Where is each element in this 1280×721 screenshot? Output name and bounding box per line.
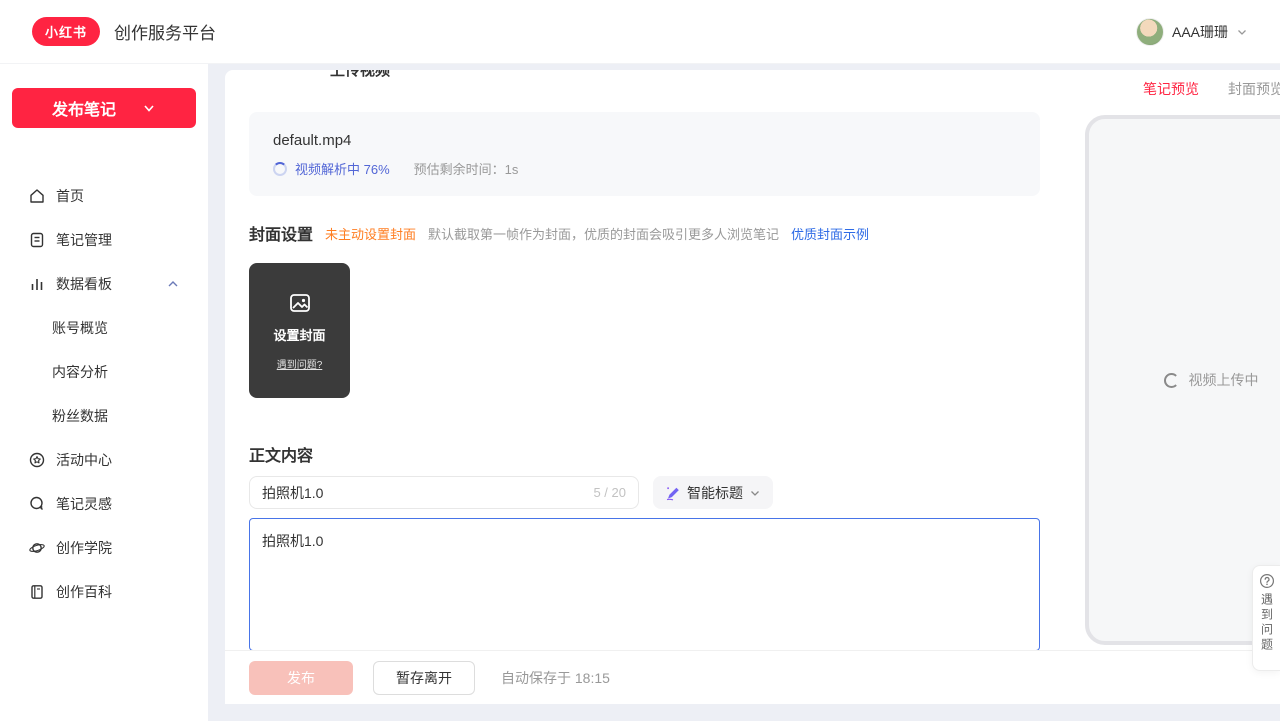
avatar (1136, 18, 1164, 46)
sidebar-item-label: 笔记灵感 (56, 494, 112, 514)
cover-settings-row: 封面设置 未主动设置封面 默认截取第一帧作为封面，优质的封面会吸引更多人浏览笔记… (249, 221, 869, 245)
chevron-down-icon (142, 101, 156, 115)
body-textarea[interactable]: 拍照机1.0 (249, 518, 1040, 651)
cover-warning-text: 未主动设置封面 (325, 224, 416, 243)
cover-example-link[interactable]: 优质封面示例 (791, 224, 869, 243)
cover-trouble-link[interactable]: 遇到问题? (277, 356, 323, 371)
cover-hint-text: 默认截取第一帧作为封面，优质的封面会吸引更多人浏览笔记 (428, 224, 779, 243)
user-name: AAA珊珊 (1172, 22, 1228, 42)
star-circle-icon (28, 451, 46, 469)
chevron-up-icon (166, 277, 180, 291)
title-input[interactable] (262, 485, 593, 501)
sidebar-item-label: 粉丝数据 (52, 406, 108, 426)
sidebar-item-fans-data[interactable]: 粉丝数据 (0, 394, 208, 438)
uploading-text: 视频上传中 (1189, 370, 1259, 390)
sidebar-item-label: 账号概览 (52, 318, 108, 338)
top-header: 小红书 创作服务平台 AAA珊珊 (0, 0, 1280, 64)
sidebar-item-creator-encyclopedia[interactable]: 创作百科 (0, 570, 208, 614)
smart-title-label: 智能标题 (687, 483, 743, 503)
sidebar-nav: 首页 笔记管理 数据看板 账号概览 内容分析 粉丝数据 活动中心 笔记灵感 (0, 174, 208, 614)
image-icon (288, 291, 312, 315)
uploading-spinner-icon (1164, 373, 1179, 388)
video-upload-card: default.mp4 视频解析中 76% 预估剩余时间：1s (249, 112, 1040, 196)
inspiration-icon (28, 495, 46, 513)
publish-note-button[interactable]: 发布笔记 (12, 88, 196, 128)
question-icon (1259, 573, 1275, 589)
cover-section-title: 封面设置 (249, 221, 313, 245)
footer-action-bar: 发布 暂存离开 自动保存于 18:15 (225, 650, 1280, 704)
title-counter: 5 / 20 (593, 485, 626, 500)
chevron-down-icon (749, 487, 761, 499)
magic-pen-icon (665, 485, 681, 501)
home-icon (28, 187, 46, 205)
phone-preview-frame: 视频上传中 (1085, 115, 1280, 645)
publish-note-label: 发布笔记 (52, 96, 116, 120)
sidebar-item-label: 内容分析 (52, 362, 108, 382)
title-input-wrap: 5 / 20 (249, 476, 639, 509)
smart-title-button[interactable]: 智能标题 (653, 476, 773, 509)
video-file-name: default.mp4 (273, 132, 1016, 149)
tab-note-preview[interactable]: 笔记预览 (1143, 79, 1199, 99)
publish-button[interactable]: 发布 (249, 661, 353, 695)
sidebar-item-note-inspiration[interactable]: 笔记灵感 (0, 482, 208, 526)
video-uploading-indicator: 视频上传中 (1164, 370, 1259, 390)
parsing-status-text: 视频解析中 76% (295, 159, 390, 178)
sidebar-item-label: 创作学院 (56, 538, 112, 558)
sidebar-item-activity-center[interactable]: 活动中心 (0, 438, 208, 482)
main-content-card: 上传视频 default.mp4 视频解析中 76% 预估剩余时间：1s 封面设… (225, 70, 1280, 704)
set-cover-button[interactable]: 设置封面 遇到问题? (249, 263, 350, 398)
sidebar-item-label: 活动中心 (56, 450, 112, 470)
help-widget-button[interactable]: 遇到问题 (1252, 565, 1280, 671)
sidebar-item-label: 首页 (56, 186, 84, 206)
body-section-title: 正文内容 (249, 442, 313, 466)
preview-tabs: 笔记预览 封面预览 (1143, 79, 1280, 99)
xiaohongshu-logo[interactable]: 小红书 (32, 17, 100, 46)
sidebar-item-label: 笔记管理 (56, 230, 112, 250)
set-cover-label: 设置封面 (273, 325, 325, 344)
sidebar-item-label: 创作百科 (56, 582, 112, 602)
help-widget-label: 遇到问题 (1261, 593, 1273, 653)
sidebar-item-note-management[interactable]: 笔记管理 (0, 218, 208, 262)
video-status-row: 视频解析中 76% 预估剩余时间：1s (273, 159, 1016, 178)
planet-icon (28, 539, 46, 557)
sidebar-item-data-dashboard[interactable]: 数据看板 (0, 262, 208, 306)
eta-text: 预估剩余时间：1s (414, 159, 519, 178)
tab-cover-preview[interactable]: 封面预览 (1228, 79, 1280, 99)
bar-chart-icon (28, 275, 46, 293)
clipped-section-title: 上传视频 (330, 70, 390, 80)
note-icon (28, 231, 46, 249)
save-and-exit-button[interactable]: 暂存离开 (373, 661, 475, 695)
sidebar-item-account-overview[interactable]: 账号概览 (0, 306, 208, 350)
sidebar-item-home[interactable]: 首页 (0, 174, 208, 218)
autosave-text: 自动保存于 18:15 (501, 668, 610, 688)
sidebar: 发布笔记 首页 笔记管理 数据看板 账号概览 内容分析 粉丝数据 活动中心 (0, 64, 208, 721)
sidebar-item-creator-academy[interactable]: 创作学院 (0, 526, 208, 570)
chevron-down-icon (1236, 26, 1248, 38)
parsing-spinner-icon (273, 162, 287, 176)
sidebar-item-label: 数据看板 (56, 274, 112, 294)
sidebar-item-content-analysis[interactable]: 内容分析 (0, 350, 208, 394)
app-title: 创作服务平台 (114, 19, 216, 44)
user-menu[interactable]: AAA珊珊 (1136, 18, 1248, 46)
book-icon (28, 583, 46, 601)
